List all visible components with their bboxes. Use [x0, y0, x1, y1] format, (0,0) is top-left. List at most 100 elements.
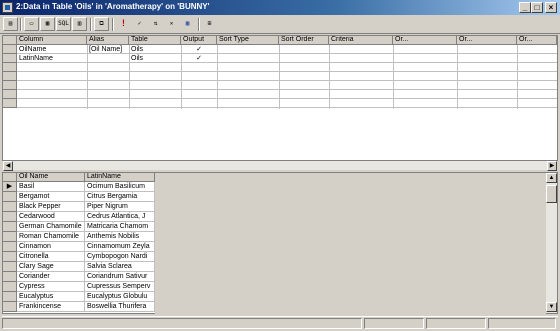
grid-header-or-3[interactable]: Or...: [517, 36, 557, 45]
app-icon[interactable]: [2, 2, 13, 13]
grid-cell-output-checkbox[interactable]: ✓: [181, 45, 217, 54]
add-table-icon[interactable]: ⊞: [202, 17, 217, 31]
grid-header-column[interactable]: Column: [17, 36, 87, 45]
grid-header-sort-type[interactable]: Sort Type: [217, 36, 279, 45]
maximize-button[interactable]: □: [531, 2, 543, 13]
grid-cell-column[interactable]: LatinName: [17, 54, 87, 63]
results-cell-oil-name[interactable]: Frankincense: [17, 302, 85, 312]
grid-cell-table[interactable]: Oils: [129, 45, 181, 54]
scroll-left-button[interactable]: ◀: [3, 161, 13, 171]
results-row-selector[interactable]: [3, 202, 17, 212]
results-cell-oil-name[interactable]: Cinnamon: [17, 242, 85, 252]
grid-cell-alias[interactable]: [Oil Name]: [87, 45, 129, 54]
sort-icon[interactable]: ⇅: [148, 17, 163, 31]
results-cell-oil-name[interactable]: Black Pepper: [17, 202, 85, 212]
results-cell-latin-name[interactable]: Anthemis Nobilis: [85, 232, 155, 242]
results-cell-oil-name[interactable]: Bergamot: [17, 192, 85, 202]
results-row-selector[interactable]: [3, 292, 17, 302]
results-header-latin-name[interactable]: LatinName: [85, 173, 155, 182]
results-cell-oil-name[interactable]: German Chamomile: [17, 222, 85, 232]
results-cell-latin-name[interactable]: Citrus Bergamia: [85, 192, 155, 202]
minimize-button[interactable]: _: [519, 2, 531, 13]
group-by-icon[interactable]: ▦: [180, 17, 195, 31]
row-selector[interactable]: [3, 81, 17, 90]
results-cell-latin-name[interactable]: Salvia Sclarea: [85, 262, 155, 272]
results-cell-oil-name[interactable]: Citronella: [17, 252, 85, 262]
status-panel: [488, 318, 556, 329]
grid-header-criteria[interactable]: Criteria: [329, 36, 393, 45]
sql-pane-icon[interactable]: ▤: [3, 17, 18, 31]
remove-filter-icon[interactable]: ✕: [164, 17, 179, 31]
grid-divider: [217, 45, 218, 109]
grid-header-or-2[interactable]: Or...: [457, 36, 517, 45]
scroll-right-button[interactable]: ▶: [547, 161, 557, 171]
scroll-down-button[interactable]: ▼: [546, 302, 557, 312]
row-selector[interactable]: [3, 63, 17, 72]
grid-cell-table[interactable]: Oils: [129, 54, 181, 63]
results-cell-latin-name[interactable]: Cinnamomum Zeyla: [85, 242, 155, 252]
scroll-thumb[interactable]: [546, 185, 557, 203]
grid-header-or-1[interactable]: Or...: [393, 36, 457, 45]
results-row-selector[interactable]: [3, 302, 17, 312]
grid-cell-alias[interactable]: [87, 54, 129, 63]
sql-button[interactable]: SQL: [56, 17, 71, 31]
results-cell-latin-name[interactable]: Matricaria Chamom: [85, 222, 155, 232]
results-row-selector[interactable]: [3, 232, 17, 242]
diagram-pane-icon[interactable]: ▭: [24, 17, 39, 31]
results-cell-latin-name[interactable]: Ocimum Basilicum: [85, 182, 155, 192]
results-cell-oil-name[interactable]: Clary Sage: [17, 262, 85, 272]
results-vertical-scrollbar[interactable]: ▲ ▼: [546, 173, 557, 313]
row-selector[interactable]: [3, 45, 17, 54]
close-button[interactable]: ×: [545, 2, 557, 13]
results-row-selector[interactable]: [3, 252, 17, 262]
toolbar-separator: [112, 18, 114, 31]
results-row-selector[interactable]: [3, 282, 17, 292]
grid-cell-column[interactable]: OilName: [17, 45, 87, 54]
row-selector[interactable]: [3, 72, 17, 81]
results-row-selector[interactable]: ▶: [3, 182, 17, 192]
results-cell-latin-name[interactable]: Piper Nigrum: [85, 202, 155, 212]
results-pane-icon[interactable]: ▥: [72, 17, 87, 31]
row-selector[interactable]: [3, 99, 17, 108]
results-row-selector[interactable]: [3, 192, 17, 202]
results-header-oil-name[interactable]: Oil Name: [17, 173, 85, 182]
results-cell-latin-name[interactable]: Eucalyptus Globulu: [85, 292, 155, 302]
grid-header-table[interactable]: Table: [129, 36, 181, 45]
toolbar: ▤ ▭ ▦ SQL ▥ ⧉ ! ✓ ⇅ ✕ ▦ ⊞: [0, 15, 560, 34]
grid-divider: [393, 45, 394, 109]
results-cell-oil-name[interactable]: Cypress: [17, 282, 85, 292]
results-cell-latin-name[interactable]: Coriandrum Sativur: [85, 272, 155, 282]
grid-pane-icon[interactable]: ▦: [40, 17, 55, 31]
run-icon[interactable]: !: [116, 17, 131, 31]
results-cell-oil-name[interactable]: Roman Chamomile: [17, 232, 85, 242]
results-row-selector[interactable]: [3, 272, 17, 282]
status-bar: [2, 316, 558, 329]
grid-header-sort-order[interactable]: Sort Order: [279, 36, 329, 45]
results-row-selector[interactable]: [3, 262, 17, 272]
row-selector[interactable]: [3, 90, 17, 99]
scroll-up-button[interactable]: ▲: [546, 173, 557, 183]
toolbar-separator: [198, 18, 200, 31]
results-cell-oil-name[interactable]: Eucalyptus: [17, 292, 85, 302]
verify-sql-icon[interactable]: ✓: [132, 17, 147, 31]
results-cell-oil-name[interactable]: Cedarwood: [17, 212, 85, 222]
results-cell-oil-name[interactable]: Basil: [17, 182, 85, 192]
grid-horizontal-scrollbar[interactable]: ◀ ▶: [3, 160, 557, 171]
grid-divider: [517, 45, 518, 109]
grid-header-output[interactable]: Output: [181, 36, 217, 45]
results-cell-latin-name[interactable]: Cupressus Semperv: [85, 282, 155, 292]
results-cell-latin-name[interactable]: Cymbopogon Nardi: [85, 252, 155, 262]
grid-header-alias[interactable]: Alias: [87, 36, 129, 45]
window-title: 2:Data in Table 'Oils' in 'Aromatherapy'…: [16, 2, 210, 11]
grid-divider: [329, 45, 330, 109]
results-row-selector[interactable]: [3, 212, 17, 222]
results-cell-oil-name[interactable]: Coriander: [17, 272, 85, 282]
results-row-selector[interactable]: [3, 222, 17, 232]
grid-cell-output-checkbox[interactable]: ✓: [181, 54, 217, 63]
change-type-icon[interactable]: ⧉: [94, 17, 109, 31]
results-cell-latin-name[interactable]: Boswellia Thurifera: [85, 302, 155, 312]
toolbar-separator: [20, 18, 22, 31]
row-selector[interactable]: [3, 54, 17, 63]
results-cell-latin-name[interactable]: Cedrus Atlantica, J: [85, 212, 155, 222]
results-row-selector[interactable]: [3, 242, 17, 252]
